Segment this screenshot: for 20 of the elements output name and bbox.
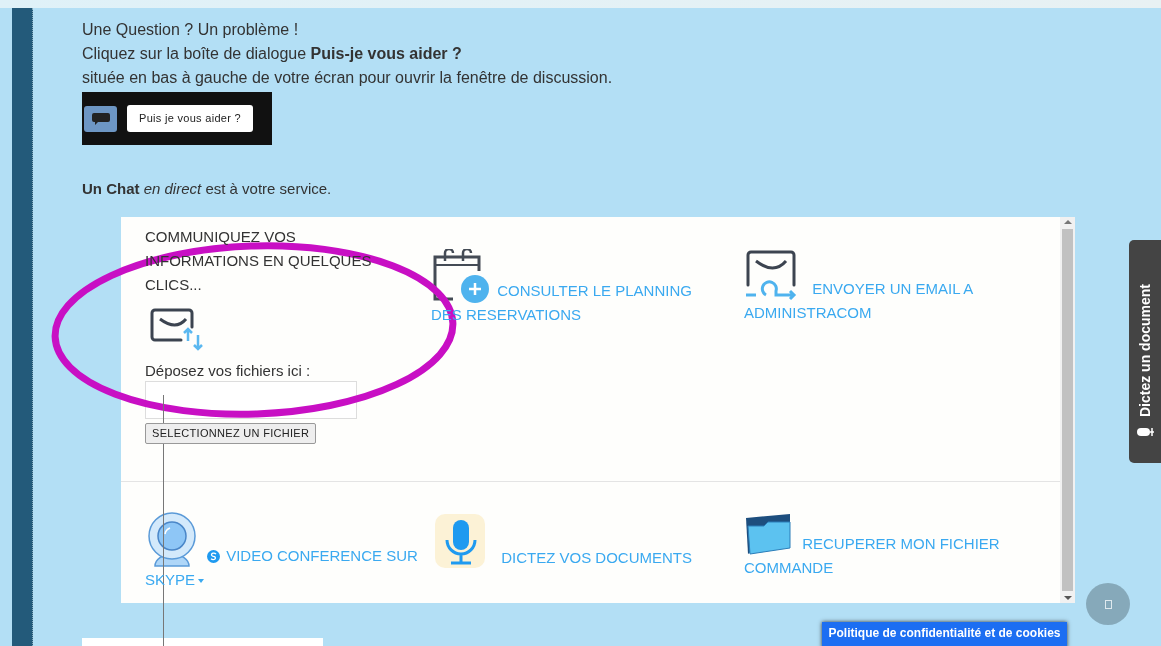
mail-transfer-icon bbox=[148, 307, 206, 353]
intro-text: Une Question ? Un problème ! bbox=[82, 20, 300, 40]
link[interactable]: DICTEZ VOS DOCUMENTS bbox=[431, 512, 721, 570]
tagline-text: Un Chat en direct est à votre service. bbox=[82, 179, 333, 199]
link[interactable]: ENVOYER UN EMAIL A ADMINISTRACOM bbox=[744, 249, 1034, 325]
webcam-icon bbox=[145, 512, 199, 568]
chat-bubble-icon bbox=[91, 112, 110, 125]
cookie-policy-button[interactable]: Politique de confidentialité et de cookies bbox=[822, 622, 1067, 646]
dictation-side-tab[interactable]: Dictez un document bbox=[1129, 240, 1161, 463]
microphone-icon bbox=[1135, 425, 1155, 439]
skype-icon bbox=[207, 550, 220, 563]
link[interactable]: RECUPERER MON FICHIER COMMANDE bbox=[744, 512, 1024, 580]
upload-label: Déposez vos fichiers ici : bbox=[145, 361, 312, 381]
intro-text: Cliquez sur la boîte de dialogue Puis-je vous aider ? bbox=[82, 44, 463, 64]
folder-icon bbox=[744, 512, 794, 556]
square-icon bbox=[1104, 599, 1112, 609]
select-file-button[interactable]: SELECTIONNEZ UN FICHIER bbox=[145, 423, 317, 444]
calendar-plus-icon bbox=[431, 249, 489, 303]
intro-text: située en bas à gauche de votre écran pour ouvrir la fenêtre de discussion. bbox=[82, 68, 614, 88]
chat-preview-label: Puis je vous aider ? bbox=[127, 105, 253, 132]
